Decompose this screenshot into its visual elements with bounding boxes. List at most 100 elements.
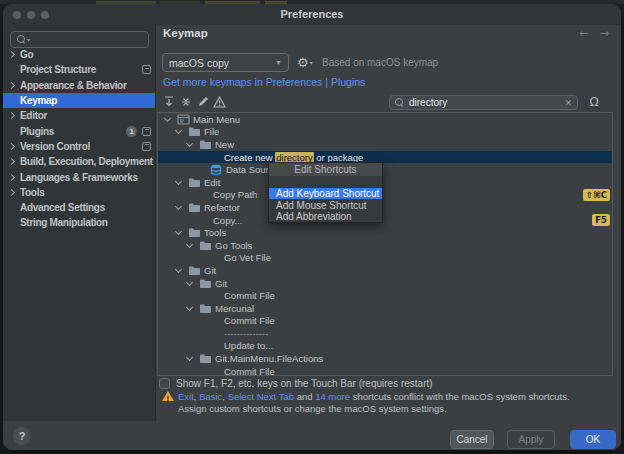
chevron-down-icon bbox=[175, 178, 182, 185]
folder-icon bbox=[199, 353, 215, 364]
conflicting-shortcut-badge: ⇧⌘C bbox=[583, 189, 610, 201]
chevron-down-icon bbox=[175, 127, 182, 134]
tree-row[interactable]: Data Source bbox=[158, 163, 612, 176]
tree-row-label: Copy... bbox=[213, 215, 242, 226]
sidebar-item-tools[interactable]: Tools bbox=[3, 185, 155, 200]
forward-arrow-icon[interactable]: → bbox=[600, 27, 609, 40]
tree-row[interactable]: Go Tools bbox=[158, 239, 612, 252]
tree-row[interactable]: Refactor bbox=[158, 201, 612, 214]
context-menu: Edit Shortcuts Add Keyboard ShortcutAdd … bbox=[268, 162, 383, 223]
tree-row[interactable]: Git bbox=[158, 277, 612, 290]
conflict-link[interactable]: 14 more bbox=[315, 391, 350, 402]
chevron-right-icon bbox=[8, 82, 15, 89]
tree-row[interactable]: Commit File bbox=[158, 365, 612, 376]
sidebar-item-plugins[interactable]: Plugins 1 bbox=[3, 123, 155, 138]
tree-row[interactable]: Commit File bbox=[158, 315, 612, 328]
sidebar-item-languages-frameworks[interactable]: Languages & Frameworks bbox=[3, 169, 155, 184]
folder-icon bbox=[188, 202, 204, 213]
keymap-settings-gear-button[interactable]: ⚙▾ bbox=[297, 53, 313, 72]
tree-row[interactable]: Commit File bbox=[158, 289, 612, 302]
sidebar-item-version-control[interactable]: Version Control bbox=[3, 139, 155, 154]
shortcut-filter-input[interactable]: directory ✕ bbox=[389, 95, 578, 110]
context-menu-item-add-keyboard-shortcut[interactable]: Add Keyboard Shortcut bbox=[269, 188, 382, 199]
ok-button[interactable]: OK bbox=[570, 430, 616, 449]
sidebar-item-label: Advanced Settings bbox=[20, 202, 105, 213]
sidebar-item-label: Plugins bbox=[20, 126, 54, 137]
tree-row-label: Git.MainMenu.FileActions bbox=[215, 353, 323, 364]
collapse-all-icon[interactable] bbox=[179, 95, 192, 108]
sidebar-item-label: Editor bbox=[20, 110, 47, 121]
back-arrow-icon[interactable]: ← bbox=[579, 27, 588, 40]
conflicting-shortcut-badge: F5 bbox=[592, 214, 610, 226]
main-menu-icon bbox=[177, 114, 193, 125]
tree-row[interactable]: Copy Path⇧⌘C bbox=[158, 189, 612, 202]
tree-row[interactable]: Edit bbox=[158, 176, 612, 189]
chevron-down-icon: ▼ bbox=[275, 59, 282, 66]
sidebar-item-label: Go bbox=[20, 49, 33, 60]
settings-search-input[interactable]: ▾ bbox=[10, 31, 149, 48]
tree-row[interactable]: Git.MainMenu.FileActions bbox=[158, 352, 612, 365]
show-conflicts-icon[interactable] bbox=[213, 95, 226, 108]
context-menu-item-add-abbreviation[interactable]: Add Abbreviation bbox=[269, 211, 382, 222]
conflict-link[interactable]: Basic bbox=[199, 391, 222, 402]
sidebar-item-project-structure[interactable]: Project Structure bbox=[3, 62, 155, 77]
get-more-keymaps-link[interactable]: Get more keymaps in Preferences | Plugin… bbox=[163, 76, 365, 88]
tree-row-label: Commit File bbox=[224, 315, 275, 326]
tree-row[interactable]: -------------- bbox=[158, 327, 612, 340]
sidebar-item-build-execution-deployment[interactable]: Build, Execution, Deployment bbox=[3, 154, 155, 169]
tree-row[interactable]: Create new directory or package bbox=[158, 151, 612, 164]
sidebar-item-keymap[interactable]: Keymap bbox=[3, 93, 155, 108]
clear-search-icon[interactable]: ✕ bbox=[564, 98, 572, 108]
tree-row[interactable]: Git bbox=[158, 264, 612, 277]
tree-row[interactable]: Update to... bbox=[158, 340, 612, 353]
tree-row-label: New bbox=[215, 139, 234, 150]
tree-row[interactable]: Mercurial bbox=[158, 302, 612, 315]
touchbar-checkbox-label: Show F1, F2, etc. keys on the Touch Bar … bbox=[176, 378, 433, 389]
tree-row-label: Update to... bbox=[224, 340, 273, 351]
keymap-scheme-select[interactable]: macOS copy ▼ bbox=[162, 53, 289, 72]
context-menu-item-add-mouse-shortcut[interactable]: Add Mouse Shortcut bbox=[269, 199, 382, 210]
touchbar-checkbox-row: Show F1, F2, etc. keys on the Touch Bar … bbox=[159, 378, 433, 389]
sidebar-item-appearance-behavior[interactable]: Appearance & Behavior bbox=[3, 78, 155, 93]
sidebar-item-advanced-settings[interactable]: Advanced Settings bbox=[3, 200, 155, 215]
sidebar-item-editor[interactable]: Editor bbox=[3, 108, 155, 123]
conflict-warning-line2: Assign custom shortcuts or change the ma… bbox=[178, 403, 570, 415]
external-settings-icon bbox=[142, 65, 151, 74]
sidebar-item-label: Keymap bbox=[20, 95, 57, 106]
database-icon bbox=[210, 164, 226, 176]
sidebar-item-go[interactable]: Go bbox=[3, 47, 155, 62]
folder-icon bbox=[188, 126, 204, 137]
tree-row[interactable]: Go Vet File bbox=[158, 252, 612, 265]
cancel-button[interactable]: Cancel bbox=[450, 430, 494, 449]
chevron-right-icon bbox=[8, 158, 15, 165]
chevron-down-icon bbox=[175, 228, 182, 235]
search-match-highlight: directory bbox=[275, 152, 313, 163]
tree-row[interactable]: Copy... F5 bbox=[158, 214, 612, 227]
edit-shortcut-icon[interactable] bbox=[196, 95, 209, 108]
folder-icon bbox=[199, 303, 215, 314]
help-button[interactable]: ? bbox=[13, 427, 31, 445]
warning-icon bbox=[162, 391, 174, 402]
plugins-count-badge: 1 bbox=[126, 126, 137, 137]
chevron-right-icon bbox=[8, 51, 15, 58]
expand-all-icon[interactable] bbox=[162, 95, 175, 108]
apply-button[interactable]: Apply bbox=[507, 430, 555, 449]
search-history-caret-icon: ▾ bbox=[27, 36, 30, 43]
page-title: Keymap bbox=[163, 27, 208, 39]
tree-row[interactable]: New bbox=[158, 138, 612, 151]
touchbar-checkbox[interactable] bbox=[159, 378, 170, 389]
find-actions-by-shortcut-icon[interactable]: Ω bbox=[586, 94, 602, 110]
sidebar-item-string-manipulation[interactable]: String Manipulation bbox=[3, 215, 155, 230]
conflict-text: shortcuts conflict with the macOS system… bbox=[350, 391, 570, 402]
conflict-link[interactable]: Select Next Tab bbox=[228, 391, 294, 402]
external-settings-icon bbox=[142, 142, 151, 151]
conflict-link[interactable]: Exit bbox=[178, 391, 194, 402]
chevron-right-icon bbox=[8, 112, 15, 119]
tree-toolbar bbox=[162, 94, 226, 109]
tree-row[interactable]: Main Menu bbox=[158, 113, 612, 126]
tree-row[interactable]: File bbox=[158, 126, 612, 139]
folder-icon bbox=[199, 278, 215, 289]
tree-row[interactable]: Tools bbox=[158, 226, 612, 239]
chevron-right-icon bbox=[8, 143, 15, 150]
sidebar-item-label: Languages & Frameworks bbox=[20, 172, 138, 183]
